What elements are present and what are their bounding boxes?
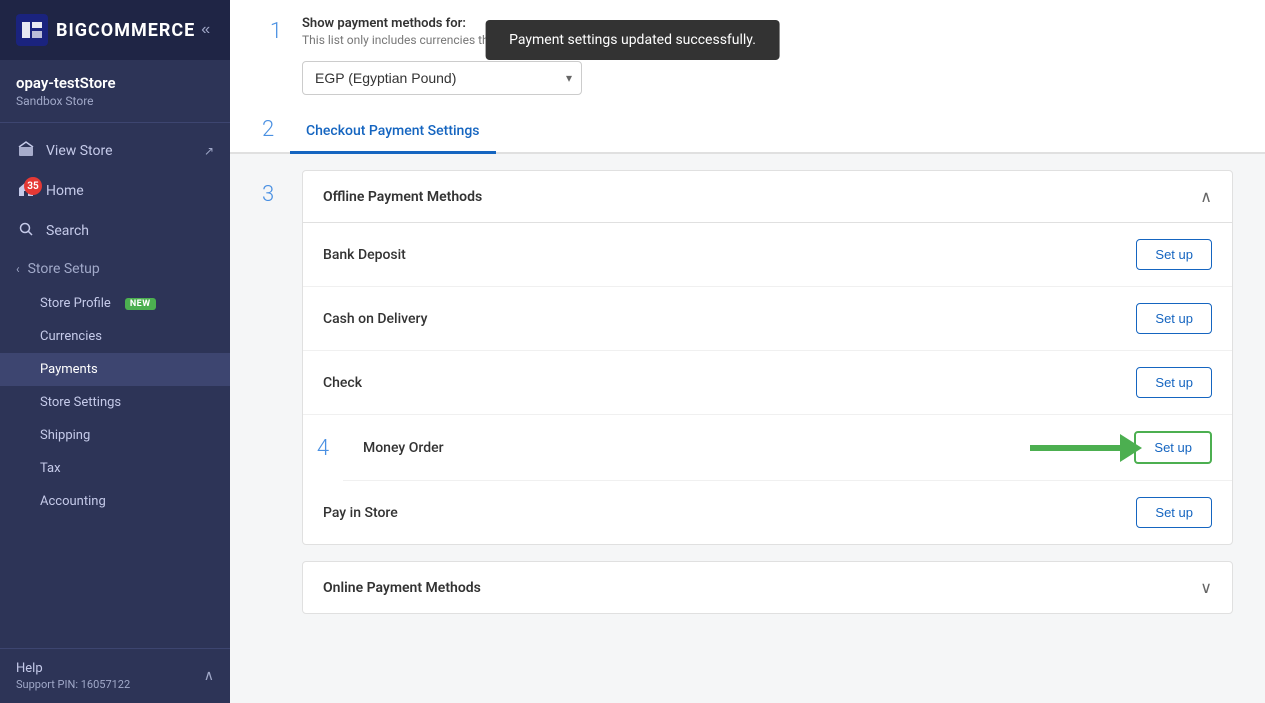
- tab-checkout-payment-label: Checkout Payment Settings: [306, 123, 480, 139]
- sidebar-item-accounting[interactable]: Accounting: [0, 485, 230, 518]
- sidebar-logo: BIGCOMMERCE «: [0, 0, 230, 60]
- logo-brand-text: BIGCOMMERCE: [56, 20, 195, 41]
- sidebar-item-home[interactable]: 35 Home: [0, 171, 230, 211]
- new-badge: NEW: [125, 298, 156, 310]
- logo-area: BIGCOMMERCE: [16, 14, 195, 46]
- sidebar-item-store-profile[interactable]: Store Profile NEW: [0, 287, 230, 320]
- cash-on-delivery-label: Cash on Delivery: [323, 311, 427, 327]
- chevron-up-icon[interactable]: ∧: [204, 668, 214, 684]
- arrow-body: [1030, 445, 1120, 451]
- content-area: 3 Offline Payment Methods ∧ Bank Deposit…: [230, 154, 1265, 703]
- arrow-head: [1120, 434, 1142, 462]
- offline-payment-header[interactable]: Offline Payment Methods ∧: [303, 171, 1232, 223]
- sidebar-item-shipping-label: Shipping: [40, 428, 90, 443]
- payment-method-check: Check Set up: [303, 351, 1232, 415]
- chevron-up-icon-offline: ∧: [1200, 187, 1212, 206]
- money-order-label: Money Order: [363, 440, 444, 456]
- sidebar-item-view-store[interactable]: View Store ↗: [0, 131, 230, 171]
- sidebar-item-search-label: Search: [46, 223, 89, 239]
- step4-money-order-row: 4 Money Order Set up: [303, 415, 1232, 481]
- step3-section: 3 Offline Payment Methods ∧ Bank Deposit…: [262, 170, 1233, 545]
- online-payment-title: Online Payment Methods: [323, 580, 481, 596]
- online-payment-header[interactable]: Online Payment Methods ∨: [303, 562, 1232, 613]
- help-label: Help: [16, 661, 130, 676]
- payment-method-cash-on-delivery: Cash on Delivery Set up: [303, 287, 1232, 351]
- bigcommerce-logo-icon: [16, 14, 48, 46]
- store-type: Sandbox Store: [16, 94, 214, 108]
- sidebar-nav: View Store ↗ 35 Home Search ‹ Store Setu…: [0, 123, 230, 526]
- check-label: Check: [323, 375, 362, 391]
- online-section-wrapper: Online Payment Methods ∨: [262, 561, 1233, 614]
- payment-method-pay-in-store: Pay in Store Set up: [303, 481, 1232, 544]
- sidebar-item-search[interactable]: Search: [0, 211, 230, 251]
- sidebar-item-currencies[interactable]: Currencies: [0, 320, 230, 353]
- support-pin: Support PIN: 16057122: [16, 678, 130, 691]
- pay-in-store-setup-button[interactable]: Set up: [1136, 497, 1212, 528]
- arrow-annotation: [1030, 434, 1142, 462]
- step3-number: 3: [262, 182, 274, 207]
- online-step-spacer: [262, 561, 302, 614]
- sidebar-sub-items: Store Profile NEW Currencies Payments St…: [0, 287, 230, 518]
- sidebar-item-currencies-label: Currencies: [40, 329, 102, 344]
- step1-number: 1: [262, 19, 290, 44]
- help-section: Help Support PIN: 16057122: [16, 661, 130, 691]
- tabs-row: 2 Checkout Payment Settings: [230, 111, 1265, 154]
- external-link-icon: ↗: [204, 144, 214, 158]
- sidebar-section-store-setup-label: Store Setup: [28, 261, 100, 277]
- home-badge: 35: [24, 177, 42, 195]
- online-payment-card: Online Payment Methods ∨: [302, 561, 1233, 614]
- offline-payment-title: Offline Payment Methods: [323, 189, 482, 205]
- sidebar-collapse-button[interactable]: «: [195, 19, 216, 41]
- sidebar-item-store-settings[interactable]: Store Settings: [0, 386, 230, 419]
- chevron-left-icon: ‹: [16, 262, 20, 276]
- sidebar-bottom: Help Support PIN: 16057122 ∧: [0, 648, 230, 703]
- sidebar-item-accounting-label: Accounting: [40, 494, 106, 509]
- store-icon: [16, 141, 36, 161]
- money-order-setup-button[interactable]: Set up: [1134, 431, 1212, 464]
- step2-number: 2: [262, 111, 290, 152]
- toast-message: Payment settings updated successfully.: [509, 32, 756, 48]
- sidebar-item-store-profile-label: Store Profile: [40, 296, 111, 311]
- pay-in-store-label: Pay in Store: [323, 505, 398, 521]
- store-name: opay-testStore: [16, 74, 214, 92]
- sidebar: BIGCOMMERCE « opay-testStore Sandbox Sto…: [0, 0, 230, 703]
- chevron-down-icon-online: ∨: [1200, 578, 1212, 597]
- tab-checkout-payment[interactable]: Checkout Payment Settings: [290, 111, 496, 154]
- step4-number: 4: [317, 436, 329, 461]
- sidebar-item-store-settings-label: Store Settings: [40, 395, 121, 410]
- payment-method-bank-deposit: Bank Deposit Set up: [303, 223, 1232, 287]
- sidebar-item-payments-label: Payments: [40, 362, 98, 377]
- sidebar-item-view-store-label: View Store: [46, 143, 113, 159]
- step1-num-spacer: [262, 66, 290, 91]
- sidebar-item-home-label: Home: [46, 183, 84, 199]
- money-order-row: Money Order Set up: [343, 415, 1232, 481]
- step3-num-col: 3: [262, 170, 302, 545]
- currency-select[interactable]: EGP (Egyptian Pound) USD (US Dollar) EUR…: [302, 61, 582, 95]
- sidebar-section-store-setup[interactable]: ‹ Store Setup: [0, 251, 230, 287]
- bank-deposit-setup-button[interactable]: Set up: [1136, 239, 1212, 270]
- sidebar-item-payments[interactable]: Payments: [0, 353, 230, 386]
- search-icon: [16, 221, 36, 241]
- sidebar-item-tax-label: Tax: [40, 461, 61, 476]
- store-info: opay-testStore Sandbox Store: [0, 60, 230, 123]
- currency-dropdown-row: EGP (Egyptian Pound) USD (US Dollar) EUR…: [230, 61, 1265, 111]
- offline-payment-card: Offline Payment Methods ∧ Bank Deposit S…: [302, 170, 1233, 545]
- toast-notification: Payment settings updated successfully.: [485, 20, 780, 60]
- step4-num-side: 4: [303, 436, 343, 461]
- sidebar-item-shipping[interactable]: Shipping: [0, 419, 230, 452]
- sidebar-item-tax[interactable]: Tax: [0, 452, 230, 485]
- bank-deposit-label: Bank Deposit: [323, 247, 406, 263]
- currency-select-wrapper[interactable]: EGP (Egyptian Pound) USD (US Dollar) EUR…: [302, 61, 582, 95]
- cash-on-delivery-setup-button[interactable]: Set up: [1136, 303, 1212, 334]
- main-content: Payment settings updated successfully. 1…: [230, 0, 1265, 703]
- check-setup-button[interactable]: Set up: [1136, 367, 1212, 398]
